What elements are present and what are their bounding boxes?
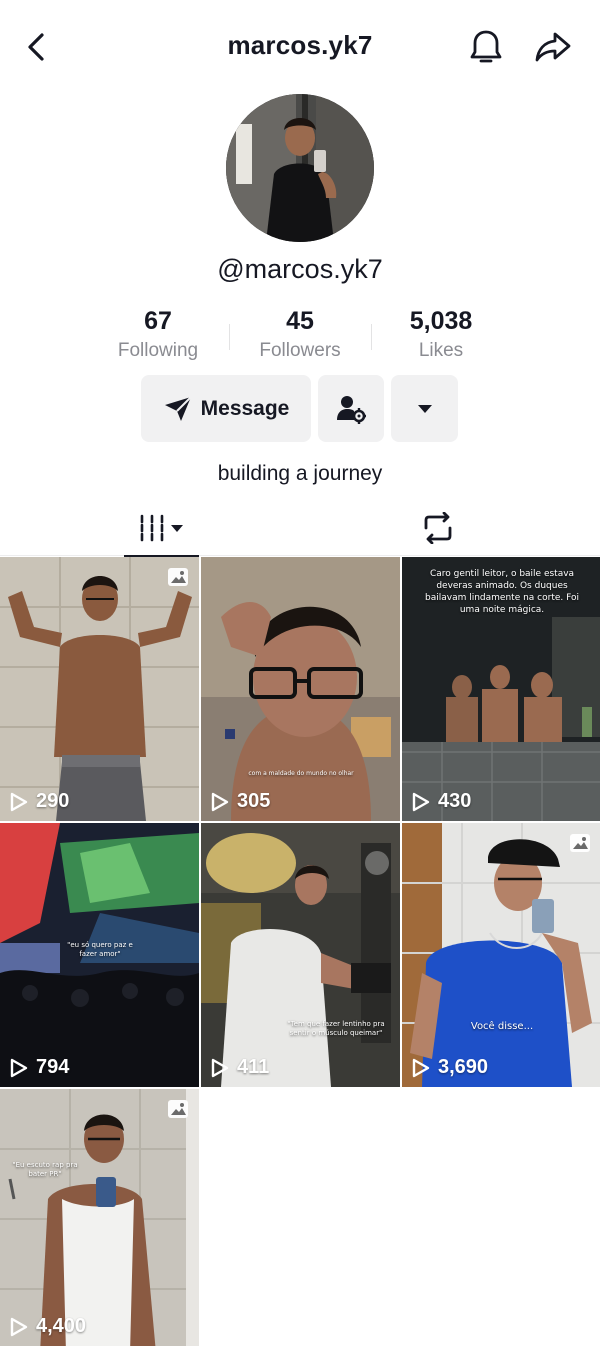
repost-icon (424, 512, 451, 544)
play-icon (10, 792, 28, 811)
follow-settings-button[interactable] (318, 375, 384, 442)
profile-title: marcos.yk7 (227, 30, 373, 60)
play-icon (10, 1317, 28, 1336)
followers-label: Followers (259, 340, 341, 361)
view-count: 794 (10, 1056, 69, 1079)
video-thumbnail[interactable]: com a maldade do mundo no olhar 305 (201, 557, 400, 821)
video-caption: "Eu escuto rap pra bater PR" (12, 1161, 78, 1178)
thumbnail-image (201, 557, 400, 821)
video-caption: Caro gentil leitor, o baile estava dever… (425, 569, 579, 615)
view-count-text: 3,690 (438, 1056, 489, 1078)
video-thumbnail[interactable]: Caro gentil leitor, o baile estava dever… (402, 557, 600, 821)
top-bar: marcos.yk7 (0, 0, 600, 96)
profile-bio: building a journey (217, 462, 383, 485)
play-icon (211, 792, 229, 811)
following-label: Following (117, 340, 199, 361)
stat-following[interactable]: 67 Following (88, 306, 228, 362)
share-arrow-icon (535, 32, 571, 62)
video-caption: com a maldade do mundo no olhar (248, 770, 354, 777)
view-count: 290 (10, 790, 69, 813)
view-count-text: 430 (438, 790, 472, 812)
message-label: Message (200, 396, 290, 420)
following-count: 67 (144, 307, 172, 335)
play-icon (211, 1058, 229, 1077)
view-count: 4,400 (10, 1315, 86, 1338)
bell-icon (470, 30, 502, 63)
photo-badge-icon (168, 568, 188, 586)
view-count: 3,690 (412, 1056, 488, 1079)
notifications-button[interactable] (468, 28, 504, 66)
video-thumbnail[interactable]: "Eu escuto rap pra bater PR" 4,400 (0, 1089, 199, 1346)
more-options-button[interactable] (391, 375, 458, 442)
view-count-text: 4,400 (36, 1315, 87, 1337)
send-icon (164, 395, 192, 421)
play-icon (412, 1058, 430, 1077)
view-count-text: 794 (36, 1056, 70, 1078)
view-count-text: 411 (237, 1056, 270, 1078)
video-caption: "Tem que fazer lentinho pra sentir o mús… (287, 1020, 385, 1037)
tab-reposts[interactable] (400, 500, 475, 556)
caret-down-icon (417, 404, 432, 413)
thumbnail-image (402, 823, 600, 1087)
view-count-text: 290 (36, 790, 70, 812)
likes-count: 5,038 (409, 307, 473, 335)
user-settings-icon (337, 395, 366, 424)
view-count: 411 (211, 1056, 269, 1079)
photo-badge-icon (570, 834, 590, 852)
username-handle: @marcos.yk7 (217, 254, 383, 284)
message-button[interactable]: Message (141, 375, 311, 442)
avatar-photo (226, 94, 374, 242)
share-button[interactable] (533, 28, 573, 66)
stat-likes[interactable]: 5,038 Likes (371, 306, 511, 362)
tab-videos[interactable] (124, 500, 199, 557)
view-count: 305 (211, 790, 270, 813)
video-caption: "eu só quero paz e fazer amor" (67, 941, 133, 958)
thumbnail-image (0, 1089, 199, 1346)
photo-badge-icon (168, 1100, 188, 1118)
play-icon (10, 1058, 28, 1077)
video-thumbnail[interactable]: "Tem que fazer lentinho pra sentir o mús… (201, 823, 400, 1087)
thumbnail-image (0, 557, 199, 821)
followers-count: 45 (286, 307, 314, 335)
thumbnail-image (201, 823, 400, 1087)
content-tabs (0, 500, 600, 557)
view-count: 430 (412, 790, 471, 813)
video-thumbnail[interactable]: Você disse... 3,690 (402, 823, 600, 1087)
video-caption: Você disse... (470, 1021, 534, 1032)
video-thumbnail[interactable]: 290 (0, 557, 199, 821)
video-thumbnail[interactable]: "eu só quero paz e fazer amor" 794 (0, 823, 199, 1087)
play-icon (412, 792, 430, 811)
avatar[interactable] (226, 94, 374, 242)
stat-followers[interactable]: 45 Followers (230, 306, 370, 362)
view-count-text: 305 (237, 790, 271, 812)
likes-label: Likes (418, 340, 464, 361)
grid-icon (140, 514, 183, 542)
